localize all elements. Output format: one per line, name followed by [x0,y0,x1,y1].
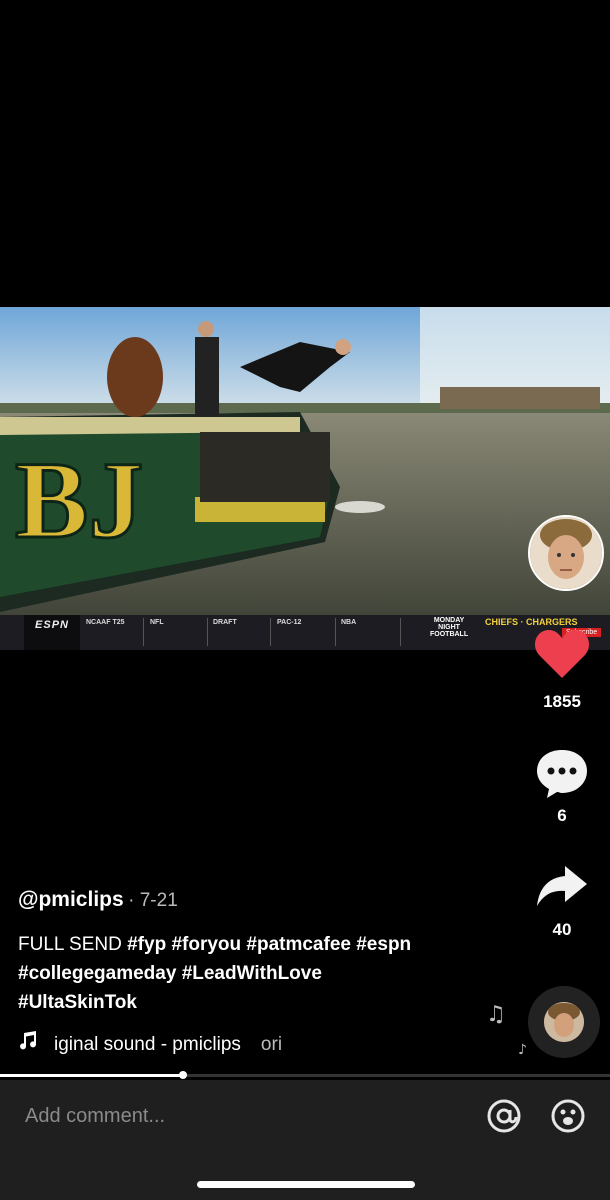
avatar-face-icon [530,517,602,589]
svg-text:BJ: BJ [15,439,143,561]
comment-button[interactable] [532,748,592,805]
hashtag-line[interactable]: #fyp #foryou #patmcafee #espn [127,934,411,955]
comment-count: 6 [557,806,567,825]
like-count: 1855 [543,692,581,711]
like-button[interactable] [532,628,592,685]
share-button[interactable] [532,864,592,915]
sound-avatar-icon [544,1002,584,1042]
sound-name-tail: ori [260,1034,283,1055]
post-meta: @pmiclips · 7-21 FULL SEND #fyp #foryou … [18,888,518,1017]
floating-note-icon: ♪ [518,1042,527,1058]
caption-text: FULL SEND [18,934,122,955]
video-progress-bar[interactable] [0,1071,610,1079]
comment-bubble-icon [537,750,587,798]
hashtag-line[interactable]: #UltaSkinTok [18,992,137,1013]
broadcast-ticker: ESPN NCAAF T25 NFL DRAFT PAC-12 NBA MOND… [0,615,610,650]
sound-disc[interactable] [528,986,600,1058]
progress-knob[interactable] [179,1071,187,1079]
at-icon[interactable] [486,1098,522,1139]
heart-icon [534,630,590,678]
floating-note-icon: ♫ [486,1002,506,1027]
mnf-promo: MONDAY NIGHT FOOTBALL [430,617,469,638]
ticker-item: DRAFT [213,619,237,626]
creator-avatar[interactable] [528,515,604,591]
comment-input[interactable]: Add comment... [25,1105,165,1128]
sound-ticker[interactable]: iginal sound - pmiclips ori [18,1030,282,1056]
emoji-icon[interactable] [550,1098,586,1139]
ticker-item: NCAAF T25 [86,619,125,626]
post-date: · 7-21 [128,890,178,911]
sound-name: iginal sound - pmiclips [54,1034,241,1055]
music-note-icon [18,1030,40,1056]
hashtag-line[interactable]: #collegegameday #LeadWithLove [18,963,322,984]
post-caption: FULL SEND #fyp #foryou #patmcafee #espn … [18,930,518,1017]
home-indicator [197,1181,415,1188]
ticker-item: NFL [150,619,164,626]
share-count: 40 [552,920,572,939]
video-player[interactable]: BJ [0,307,610,650]
ticker-item: NBA [341,619,357,626]
video-frame: BJ [0,307,610,623]
espn-logo: ESPN [24,615,80,650]
progress-fill [0,1074,183,1077]
author-handle[interactable]: @pmiclips [18,888,124,911]
matchup-label: CHIEFS · CHARGERS [485,617,578,627]
share-arrow-icon [537,866,587,906]
ticker-item: PAC-12 [277,619,302,626]
